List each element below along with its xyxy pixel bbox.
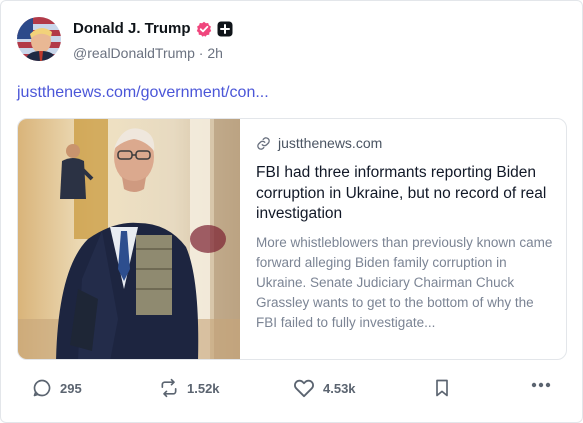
like-button[interactable]: 4.53k [293,378,356,398]
heart-icon [294,379,314,398]
truth-post: Donald J. Trump @realDonaldTrump · 2h ju… [0,0,583,423]
bookmark-icon [436,379,448,397]
card-description: More whistleblowers than previously know… [256,234,553,330]
repost-icon [161,378,177,398]
reply-count: 295 [60,380,82,396]
like-count: 4.53k [323,380,356,396]
link-preview-card[interactable]: justthenews.com FBI had three informants… [17,118,567,360]
reply-button[interactable]: 295 [32,378,82,398]
meta-separator: · [198,45,204,61]
post-link[interactable]: justthenews.com/government/con... [17,84,269,102]
link-icon [257,136,270,150]
card-body: justthenews.com FBI had three informants… [256,135,554,333]
action-bar: 295 1.52k 4.53k [1,378,583,406]
more-icon [531,382,551,388]
retruth-count: 1.52k [187,380,220,396]
more-options-button[interactable] [531,382,551,388]
bookmark-button[interactable] [433,378,451,398]
comment-icon [33,379,51,397]
card-image[interactable] [18,119,240,360]
author-meta: @realDonaldTrump · 2h [73,45,223,61]
card-title[interactable]: FBI had three informants reporting Biden… [256,163,554,225]
avatar-image [17,17,61,61]
author-avatar[interactable] [17,17,61,61]
plus-badge-icon [217,21,233,37]
verified-badge-icon [196,21,212,37]
retruth-button[interactable]: 1.52k [159,378,220,398]
author-name-row: Donald J. Trump [73,20,233,37]
author-handle[interactable]: @realDonaldTrump [73,45,195,61]
card-domain-row: justthenews.com [256,135,554,151]
post-time[interactable]: 2h [207,45,223,61]
author-display-name[interactable]: Donald J. Trump [73,20,191,37]
card-domain: justthenews.com [278,135,383,151]
